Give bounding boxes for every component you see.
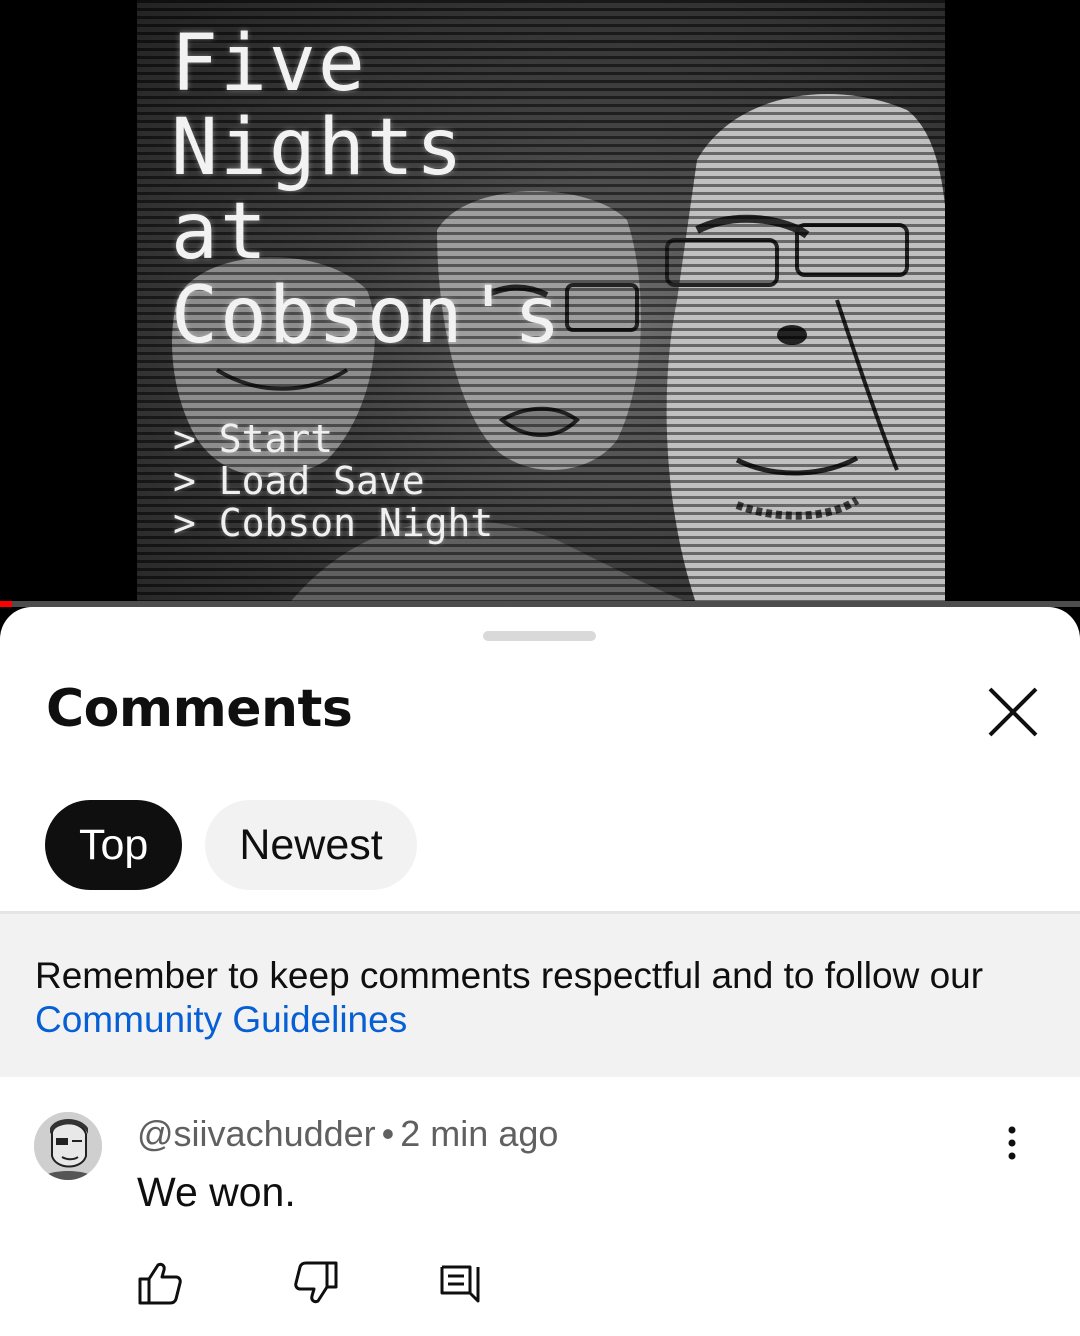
avatar-image xyxy=(34,1112,102,1180)
game-title-line: Cobson's xyxy=(171,271,563,361)
game-title-line: at xyxy=(171,187,269,277)
video-player[interactable]: Five Nights at Cobson's > Start > Load S… xyxy=(0,0,1080,608)
chip-newest[interactable]: Newest xyxy=(205,800,417,890)
comment-time: 2 min ago xyxy=(400,1113,559,1154)
video-game-title: Five Nights at Cobson's xyxy=(171,22,563,358)
close-button[interactable] xyxy=(982,681,1044,743)
comment-item: @siivachudder • 2 min ago We won. xyxy=(0,1077,1080,1336)
like-icon xyxy=(138,1262,182,1305)
drag-handle[interactable] xyxy=(483,631,596,641)
comments-sheet: Comments Top Newest Remember to keep com… xyxy=(0,607,1080,1336)
game-title-line: Five xyxy=(171,19,367,109)
comment-actions xyxy=(0,1257,1080,1317)
community-notice: Remember to keep comments respectful and… xyxy=(0,914,1080,1077)
video-frame: Five Nights at Cobson's > Start > Load S… xyxy=(137,0,945,606)
like-button[interactable] xyxy=(134,1257,186,1309)
game-menu-item-start: > Start xyxy=(173,417,334,461)
meta-separator: • xyxy=(381,1113,395,1154)
game-menu: > Start > Load Save > Cobson Night xyxy=(173,418,493,544)
more-vert-icon xyxy=(1008,1126,1016,1160)
chip-top[interactable]: Top xyxy=(45,800,183,890)
dislike-button[interactable] xyxy=(290,1257,342,1309)
comment-sort-chips: Top Newest xyxy=(45,800,417,890)
reply-button[interactable] xyxy=(432,1257,484,1309)
community-notice-text: Remember to keep comments respectful and… xyxy=(35,954,1045,1042)
comment-meta: @siivachudder • 2 min ago xyxy=(137,1113,558,1155)
community-guidelines-link[interactable]: Community Guidelines xyxy=(35,999,407,1040)
game-title-line: Nights xyxy=(171,103,465,193)
avatar[interactable] xyxy=(34,1112,102,1180)
close-icon xyxy=(988,687,1038,737)
comments-title: Comments xyxy=(46,679,353,739)
comment-menu-button[interactable] xyxy=(992,1120,1032,1170)
comment-author[interactable]: @siivachudder xyxy=(137,1113,376,1154)
notice-message: Remember to keep comments respectful and… xyxy=(35,955,984,996)
reply-icon xyxy=(440,1265,480,1303)
game-menu-item-cobson-night: > Cobson Night xyxy=(173,501,494,545)
game-menu-item-load-save: > Load Save xyxy=(173,459,425,503)
video-progress-fill xyxy=(0,601,12,607)
dislike-icon xyxy=(294,1261,338,1304)
comment-text: We won. xyxy=(137,1169,296,1215)
